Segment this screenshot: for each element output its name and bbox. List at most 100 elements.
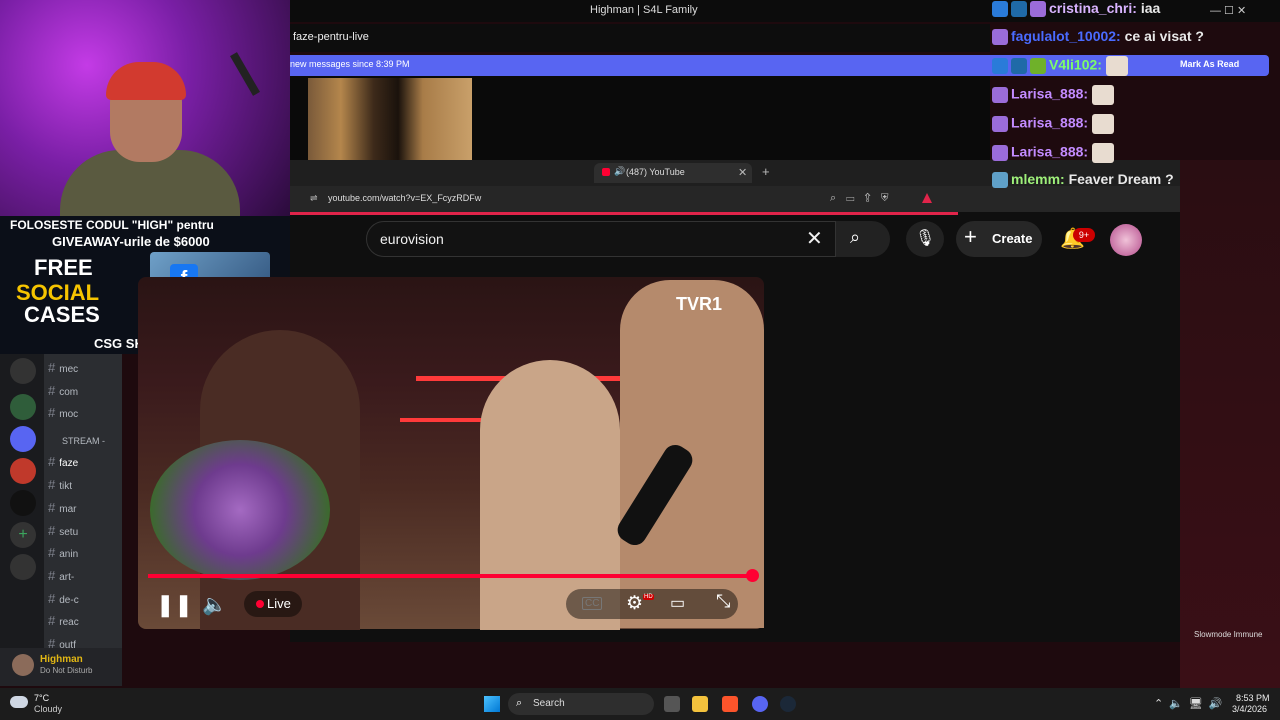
scrubber-handle[interactable] (746, 569, 759, 582)
clock-time[interactable]: 8:53 PM (1236, 693, 1270, 703)
start-button[interactable] (484, 696, 500, 712)
channel-item[interactable]: # tikt (48, 477, 122, 492)
weather-desc[interactable]: Cloudy (34, 704, 62, 714)
new-messages-text: new messages since 8:39 PM (290, 59, 410, 69)
channel-item[interactable]: # art- (48, 568, 122, 583)
channel-list (44, 354, 122, 684)
channel-header (290, 24, 990, 52)
channel-item[interactable]: # faze (48, 454, 122, 469)
badge-icon (1030, 58, 1046, 74)
badge-icon (992, 87, 1008, 103)
progress-fill[interactable] (148, 574, 754, 578)
speaker-icon[interactable]: 🔊 (614, 166, 625, 177)
site-settings-icon[interactable]: ⇌ (310, 193, 318, 204)
flower-bouquet (150, 440, 330, 580)
tab-close-icon[interactable]: ✕ (738, 166, 747, 179)
notification-count-badge: 9+ (1073, 228, 1095, 242)
chat-text: Feaver Dream ? (1068, 171, 1174, 187)
chat-username: V4li102: (1049, 56, 1102, 73)
channel-item[interactable]: # mec (48, 360, 122, 375)
server-icon-w[interactable] (10, 358, 36, 384)
fullscreen-icon[interactable]: ⤡ (716, 591, 730, 612)
discord-icon[interactable] (752, 696, 768, 712)
chat-message: Larisa_888: (992, 143, 1117, 163)
clock-date[interactable]: 3/4/2026 (1232, 704, 1267, 714)
chat-username: fagulalot_10002: (1011, 28, 1121, 44)
server-icon-5[interactable] (10, 490, 36, 516)
hd-badge: HD (643, 594, 654, 600)
badge-icon (1011, 1, 1027, 18)
url-field[interactable]: youtube.com/watch?v=EX_FcyzRDFw (328, 193, 481, 203)
channel-item[interactable]: # reac (48, 613, 122, 628)
system-tray-icons[interactable]: ⌃🔈🖥🔊 (1154, 697, 1229, 710)
chat-username: Larisa_888: (1011, 143, 1089, 160)
user-name: Highman (40, 654, 83, 665)
chat-message: Larisa_888: (992, 85, 1117, 105)
add-server-icon[interactable]: + (10, 522, 36, 548)
channel-category[interactable]: STREAM - (62, 436, 136, 446)
chat-message: V4li102: (992, 56, 1131, 76)
steam-icon[interactable] (780, 696, 796, 712)
channel-item[interactable]: # mar (48, 500, 122, 515)
taskbar-search[interactable] (508, 693, 654, 715)
addressbar-actions-icon[interactable]: ⌕▭⇪⛨ (830, 192, 899, 205)
sponsor-line2: GIVEAWAY-urile de $6000 (52, 234, 210, 249)
channel-item[interactable]: # anin (48, 545, 122, 560)
server-icon-2[interactable] (10, 394, 36, 420)
theater-mode-icon[interactable]: ▭ (670, 593, 685, 613)
mark-as-read-button[interactable]: Mark As Read (1180, 59, 1239, 69)
badge-icon (992, 145, 1008, 161)
discord-right-panel (1180, 160, 1280, 688)
youtube-favicon-icon (602, 168, 610, 176)
chat-message: Larisa_888: (992, 114, 1117, 134)
chat-text: ce ai visat ? (1124, 28, 1204, 44)
pause-icon[interactable]: ❚❚ (156, 592, 193, 617)
weather-temp[interactable]: 7°C (34, 693, 49, 703)
brave-browser-icon[interactable] (722, 696, 738, 712)
channel-item[interactable]: # de-c (48, 591, 122, 606)
tab-label: (487) YouTube (626, 167, 685, 177)
search-value: eurovision (380, 231, 444, 247)
badge-icon (1011, 58, 1027, 74)
plus-icon: + (964, 224, 977, 249)
user-status: Do Not Disturb (40, 666, 93, 675)
clear-search-icon[interactable]: ✕ (806, 226, 823, 251)
channel-item[interactable]: # moc (48, 405, 122, 420)
channel-title: faze-pentru-live (293, 31, 369, 43)
badge-icon (1030, 1, 1046, 18)
captions-icon[interactable]: CC (582, 597, 603, 610)
chat-username: Larisa_888: (1011, 114, 1089, 131)
chat-message: mlemm: Feaver Dream ? (992, 171, 1174, 189)
dog-image[interactable] (308, 78, 472, 160)
cloud-icon[interactable] (10, 696, 28, 708)
chat-message: cristina_chri: iaa (992, 0, 1161, 18)
volume-icon[interactable]: 🔈 (202, 592, 227, 617)
server-icon-4[interactable] (10, 458, 36, 484)
chat-text: iaa (1140, 0, 1161, 16)
badge-icon (992, 172, 1008, 189)
chat-username: Larisa_888: (1011, 85, 1089, 102)
voice-search-icon[interactable]: 🎙 (906, 221, 944, 257)
chat-username: cristina_chri: (1049, 0, 1137, 16)
badge-icon (992, 58, 1008, 74)
badge-icon (992, 116, 1008, 132)
avatar[interactable] (12, 654, 34, 676)
loading-indicator (290, 212, 958, 215)
explore-icon[interactable] (10, 554, 36, 580)
sponsor-cases: CASES (24, 302, 100, 327)
search-button[interactable] (836, 221, 890, 257)
window-controls[interactable]: — ☐ ✕ (1210, 4, 1246, 17)
avatar[interactable] (1110, 224, 1142, 256)
server-icon-3[interactable] (10, 426, 36, 452)
create-label: Create (992, 231, 1033, 246)
new-tab-button[interactable]: + (762, 164, 770, 179)
live-dot-icon (256, 600, 264, 608)
channel-item[interactable]: # com (48, 383, 122, 398)
search-icon: ⌕ (516, 697, 523, 709)
search-icon: ⌕ (850, 227, 861, 247)
task-view-icon[interactable] (664, 696, 680, 712)
channel-item[interactable]: # setu (48, 523, 122, 538)
settings-gear-icon[interactable]: ⚙ (626, 592, 643, 615)
file-explorer-icon[interactable] (692, 696, 708, 712)
badge-icon (992, 1, 1008, 18)
